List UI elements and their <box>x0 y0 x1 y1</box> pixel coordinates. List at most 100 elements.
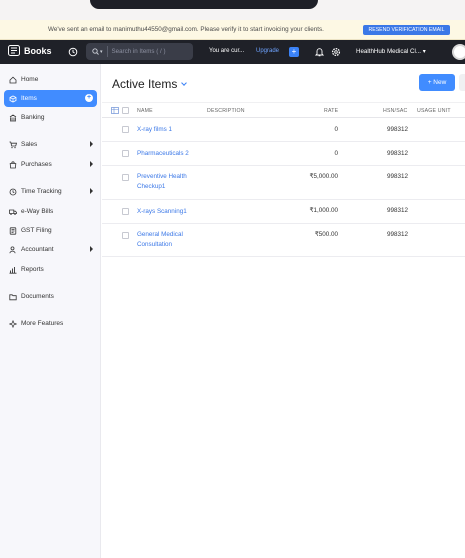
trial-status-text: You are cur... <box>209 48 245 54</box>
sidebar-item-label: Home <box>21 76 39 83</box>
item-rate: ₹500.00 <box>314 231 338 238</box>
sidebar-item-label: Purchases <box>21 161 52 168</box>
reports-icon <box>9 266 17 274</box>
sidebar-item-accountant[interactable]: Accountant <box>4 241 97 258</box>
item-hsn: 998312 <box>386 231 408 238</box>
home-icon <box>9 76 17 83</box>
item-rate: 0 <box>334 150 338 157</box>
chevron-right-icon <box>90 246 93 252</box>
row-checkbox[interactable] <box>122 126 129 133</box>
search-bar[interactable]: ▾ Search in Items ( / ) <box>86 43 193 60</box>
item-hsn: 998312 <box>386 150 408 157</box>
sidebar-item-reports[interactable]: Reports <box>4 261 97 278</box>
gst-icon <box>9 226 17 235</box>
page-title: Active Items <box>112 77 178 91</box>
column-header-description[interactable]: DESCRIPTION <box>207 108 245 114</box>
chevron-right-icon <box>90 141 93 147</box>
truck-icon <box>9 209 17 215</box>
sidebar-item-label: GST Filing <box>21 227 52 234</box>
column-header-hsn[interactable]: HSN/SAC <box>383 108 407 114</box>
sidebar-item-label: Items <box>21 95 37 102</box>
table-row[interactable]: Preventive Health Checkup1 ₹5,000.00 998… <box>102 166 465 200</box>
row-checkbox[interactable] <box>122 174 129 181</box>
avatar[interactable] <box>452 44 465 60</box>
add-item-shortcut[interactable]: + <box>85 94 93 102</box>
table-row[interactable]: X-rays Scanning1 ₹1,000.00 998312 <box>102 200 465 224</box>
column-header-rate[interactable]: RATE <box>324 108 338 114</box>
row-checkbox[interactable] <box>122 208 129 215</box>
sidebar-item-more-features[interactable]: More Features <box>4 315 97 332</box>
books-logo-icon <box>8 45 20 56</box>
item-name-link[interactable]: X-rays Scanning1 <box>137 207 217 217</box>
item-rate: 0 <box>334 126 338 133</box>
item-hsn: 998312 <box>386 207 408 214</box>
items-icon <box>9 95 17 102</box>
sidebar-item-label: Sales <box>21 141 38 148</box>
organization-switcher[interactable]: HealthHub Medical Cl... ▾ <box>356 48 426 55</box>
app-logo[interactable]: Books <box>8 45 52 56</box>
top-navbar: Books ▾ Search in Items ( / ) You are cu… <box>0 40 465 64</box>
more-options-button[interactable] <box>459 74 465 91</box>
top-bezel <box>0 0 465 20</box>
upgrade-link[interactable]: Upgrade <box>256 48 279 54</box>
sidebar-item-banking[interactable]: Banking <box>4 109 97 126</box>
app-name: Books <box>24 45 52 56</box>
sidebar-item-purchases[interactable]: Purchases <box>4 156 97 173</box>
item-name-link[interactable]: General Medical Consultation <box>137 230 199 250</box>
sidebar-item-gst-filing[interactable]: GST Filing <box>4 222 97 239</box>
gear-icon[interactable] <box>331 47 341 57</box>
row-checkbox[interactable] <box>122 150 129 157</box>
table-row[interactable]: Pharmaceuticals 2 0 998312 <box>102 142 465 166</box>
item-hsn: 998312 <box>386 126 408 133</box>
search-input[interactable]: Search in Items ( / ) <box>112 48 166 55</box>
item-name-link[interactable]: Pharmaceuticals 2 <box>137 149 217 159</box>
item-rate: ₹1,000.00 <box>309 207 338 214</box>
sidebar-item-time-tracking[interactable]: Time Tracking <box>4 183 97 200</box>
resend-verification-button[interactable]: RESEND VERIFICATION EMAIL <box>363 25 450 35</box>
main-content: Active Items + New NAME DESCRIPTION RATE… <box>101 64 465 558</box>
item-rate: ₹5,000.00 <box>309 173 338 180</box>
table-header: NAME DESCRIPTION RATE HSN/SAC USAGE UNIT <box>102 102 465 118</box>
chevron-down-icon <box>181 79 188 86</box>
item-hsn: 998312 <box>386 173 408 180</box>
folder-icon <box>9 293 17 300</box>
sidebar-item-home[interactable]: Home <box>4 71 97 88</box>
sidebar-item-items[interactable]: Items + <box>4 90 97 107</box>
accountant-icon <box>9 246 16 253</box>
search-divider <box>106 46 108 57</box>
verification-banner: We've sent an email to manimuthu44550@gm… <box>0 20 465 40</box>
item-name-link[interactable]: Preventive Health Checkup1 <box>137 172 199 192</box>
select-all-checkbox[interactable] <box>122 107 129 114</box>
sidebar: Home Items + Banking Sales Purchases Tim… <box>0 64 101 558</box>
recent-history-icon[interactable] <box>68 47 78 57</box>
item-name-link[interactable]: X-ray films 1 <box>137 125 199 135</box>
sidebar-item-label: Documents <box>21 293 54 300</box>
sidebar-item-documents[interactable]: Documents <box>4 288 97 305</box>
column-header-usage-unit[interactable]: USAGE UNIT <box>417 108 451 114</box>
bag-icon <box>9 160 17 168</box>
sidebar-item-label: Reports <box>21 266 44 273</box>
table-row[interactable]: X-ray films 1 0 998312 <box>102 118 465 142</box>
org-name: HealthHub Medical Cl... <box>356 48 421 55</box>
search-filter[interactable]: ▾ <box>92 48 103 55</box>
chevron-down-icon: ▾ <box>100 48 103 55</box>
column-header-name[interactable]: NAME <box>137 108 153 114</box>
top-pill <box>90 0 318 9</box>
sidebar-item-label: Time Tracking <box>21 188 62 195</box>
new-item-button[interactable]: + New <box>419 74 455 91</box>
sidebar-item-eway-bills[interactable]: e-Way Bills <box>4 203 97 220</box>
column-settings-icon[interactable] <box>111 107 119 114</box>
quick-create-button[interactable]: + <box>289 47 299 57</box>
table-row[interactable]: General Medical Consultation ₹500.00 998… <box>102 224 465 257</box>
view-selector[interactable]: Active Items <box>112 77 188 91</box>
sidebar-item-label: More Features <box>21 320 64 327</box>
notification-bell-icon[interactable] <box>315 47 324 57</box>
sidebar-item-sales[interactable]: Sales <box>4 136 97 153</box>
row-checkbox[interactable] <box>122 232 129 239</box>
sidebar-item-label: Banking <box>21 114 45 121</box>
banner-message: We've sent an email to manimuthu44550@gm… <box>48 26 324 33</box>
chevron-down-icon: ▾ <box>422 48 426 55</box>
bank-icon <box>9 114 17 121</box>
features-icon <box>9 319 17 328</box>
chevron-right-icon <box>90 188 93 194</box>
